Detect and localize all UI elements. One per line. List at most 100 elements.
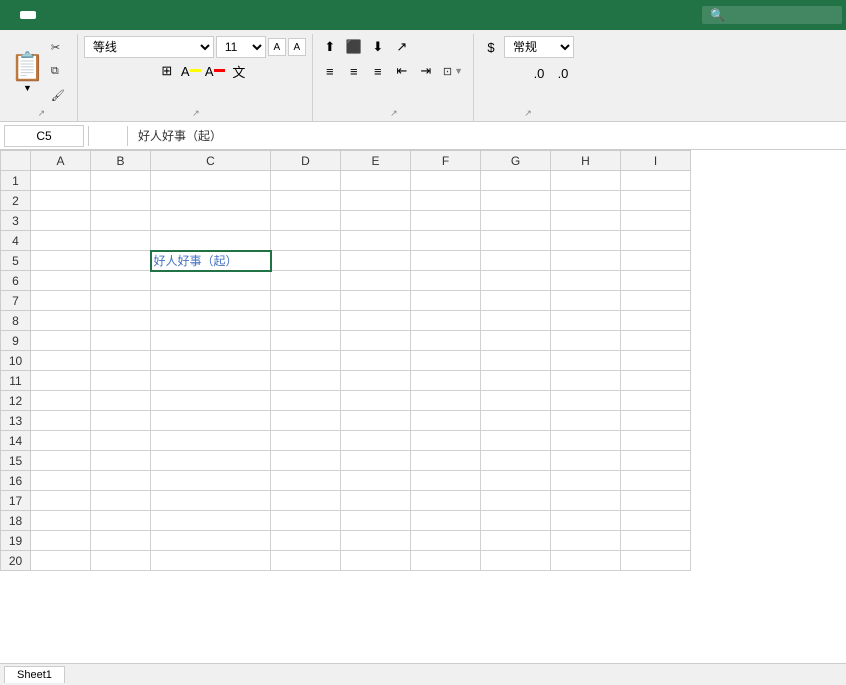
cell-D3[interactable] [271, 211, 341, 231]
menu-review[interactable] [100, 11, 116, 19]
cell-H11[interactable] [551, 371, 621, 391]
cell-I15[interactable] [621, 451, 691, 471]
cell-G20[interactable] [481, 551, 551, 571]
col-header-G[interactable]: G [481, 151, 551, 171]
number-currency-button[interactable]: $ [480, 36, 502, 58]
cell-E8[interactable] [341, 311, 411, 331]
menu-file[interactable] [4, 11, 20, 19]
align-left-button[interactable]: ≡ [319, 60, 341, 82]
cell-D19[interactable] [271, 531, 341, 551]
cell-A3[interactable] [31, 211, 91, 231]
cell-G1[interactable] [481, 171, 551, 191]
cell-H18[interactable] [551, 511, 621, 531]
cell-B4[interactable] [91, 231, 151, 251]
cell-D17[interactable] [271, 491, 341, 511]
cell-F9[interactable] [411, 331, 481, 351]
cell-I8[interactable] [621, 311, 691, 331]
cell-C14[interactable] [151, 431, 271, 451]
auto-wrap-button[interactable] [415, 36, 423, 58]
cell-H5[interactable] [551, 251, 621, 271]
cell-H4[interactable] [551, 231, 621, 251]
cell-A6[interactable] [31, 271, 91, 291]
merge-center-button[interactable]: ⊡ ▼ [439, 60, 467, 82]
cell-G13[interactable] [481, 411, 551, 431]
cell-F2[interactable] [411, 191, 481, 211]
cell-B14[interactable] [91, 431, 151, 451]
font-family-select[interactable]: 等线 [84, 36, 214, 58]
cell-H6[interactable] [551, 271, 621, 291]
cell-H17[interactable] [551, 491, 621, 511]
cell-A18[interactable] [31, 511, 91, 531]
cell-C18[interactable] [151, 511, 271, 531]
cell-E19[interactable] [341, 531, 411, 551]
clipboard-expand[interactable]: ↗ [38, 108, 46, 119]
cell-reference-input[interactable] [4, 125, 84, 147]
cell-E12[interactable] [341, 391, 411, 411]
menu-insert[interactable] [36, 11, 52, 19]
cell-A8[interactable] [31, 311, 91, 331]
font-color-button[interactable]: A [204, 60, 226, 82]
align-center-button[interactable]: ≡ [343, 60, 365, 82]
cell-D12[interactable] [271, 391, 341, 411]
cell-B20[interactable] [91, 551, 151, 571]
cell-G4[interactable] [481, 231, 551, 251]
cell-F10[interactable] [411, 351, 481, 371]
cell-E13[interactable] [341, 411, 411, 431]
menu-data[interactable] [84, 11, 100, 19]
cell-C15[interactable] [151, 451, 271, 471]
cell-D10[interactable] [271, 351, 341, 371]
col-header-H[interactable]: H [551, 151, 621, 171]
cell-D1[interactable] [271, 171, 341, 191]
cell-E18[interactable] [341, 511, 411, 531]
cell-E9[interactable] [341, 331, 411, 351]
cell-H1[interactable] [551, 171, 621, 191]
cell-I1[interactable] [621, 171, 691, 191]
cell-I9[interactable] [621, 331, 691, 351]
cell-F17[interactable] [411, 491, 481, 511]
cell-I6[interactable] [621, 271, 691, 291]
cell-A19[interactable] [31, 531, 91, 551]
cell-H3[interactable] [551, 211, 621, 231]
cell-H20[interactable] [551, 551, 621, 571]
menu-formula[interactable] [68, 11, 84, 19]
merge-dropdown[interactable]: ▼ [454, 66, 463, 76]
cell-C10[interactable] [151, 351, 271, 371]
cell-A1[interactable] [31, 171, 91, 191]
cell-I14[interactable] [621, 431, 691, 451]
cell-I16[interactable] [621, 471, 691, 491]
cell-G3[interactable] [481, 211, 551, 231]
menu-page-layout[interactable] [52, 11, 68, 19]
cell-D4[interactable] [271, 231, 341, 251]
cell-F15[interactable] [411, 451, 481, 471]
cell-C20[interactable] [151, 551, 271, 571]
cell-H16[interactable] [551, 471, 621, 491]
cell-D18[interactable] [271, 511, 341, 531]
cell-A10[interactable] [31, 351, 91, 371]
font-expand[interactable]: ↗ [192, 108, 200, 119]
cell-I2[interactable] [621, 191, 691, 211]
cell-H19[interactable] [551, 531, 621, 551]
cell-C13[interactable] [151, 411, 271, 431]
cell-G2[interactable] [481, 191, 551, 211]
cell-G16[interactable] [481, 471, 551, 491]
cell-I5[interactable] [621, 251, 691, 271]
cell-C17[interactable] [151, 491, 271, 511]
cell-E6[interactable] [341, 271, 411, 291]
cell-I17[interactable] [621, 491, 691, 511]
cell-C12[interactable] [151, 391, 271, 411]
cell-E11[interactable] [341, 371, 411, 391]
cell-B3[interactable] [91, 211, 151, 231]
cell-B19[interactable] [91, 531, 151, 551]
cell-C7[interactable] [151, 291, 271, 311]
cell-D7[interactable] [271, 291, 341, 311]
cell-F16[interactable] [411, 471, 481, 491]
cell-I20[interactable] [621, 551, 691, 571]
cell-F5[interactable] [411, 251, 481, 271]
cell-F6[interactable] [411, 271, 481, 291]
cell-F18[interactable] [411, 511, 481, 531]
col-header-A[interactable]: A [31, 151, 91, 171]
cell-B18[interactable] [91, 511, 151, 531]
cell-F8[interactable] [411, 311, 481, 331]
cell-I18[interactable] [621, 511, 691, 531]
sheet-tab-sheet1[interactable]: Sheet1 [4, 666, 65, 683]
